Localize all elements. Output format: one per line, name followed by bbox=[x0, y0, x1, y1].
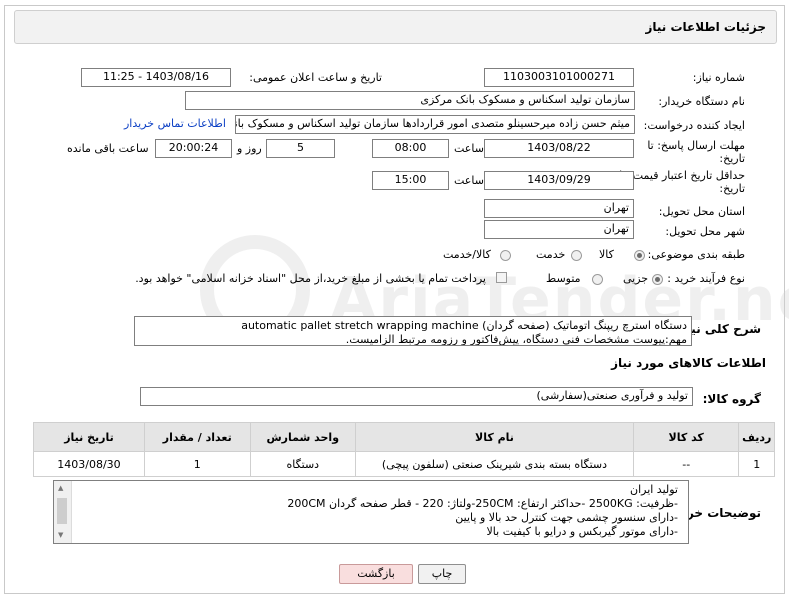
treasury-checkbox[interactable] bbox=[496, 272, 507, 283]
purchase-option-minor: جزیی bbox=[623, 272, 649, 285]
col-unit: واحد شمارش bbox=[249, 422, 357, 452]
category-option-goods: کالا bbox=[599, 248, 614, 261]
cell-quantity: 1 bbox=[143, 451, 251, 477]
category-radio-service[interactable] bbox=[571, 250, 582, 261]
print-button[interactable]: چاپ bbox=[418, 564, 466, 584]
buyer-notes-textarea[interactable]: تولید ایران -ظرفیت: 2500KG -حداکثر ارتفا… bbox=[53, 480, 689, 544]
cell-row-number: 1 bbox=[738, 451, 775, 477]
need-number-label: شماره نیاز: bbox=[692, 71, 745, 84]
table-row: 1 -- دستگاه بسته بندی شیرینک صنعتی (سلفو… bbox=[33, 451, 775, 477]
reply-time-label: ساعت bbox=[454, 142, 484, 155]
goods-table: ردیف کد کالا نام کالا واحد شمارش تعداد /… bbox=[33, 422, 775, 477]
description-line-1: دستگاه استرچ ریپنگ اتوماتیک (صفحه گردان)… bbox=[241, 319, 687, 332]
delivery-city-field: تهران bbox=[484, 220, 634, 239]
category-radio-goods[interactable] bbox=[634, 250, 645, 261]
buyer-notes-line-4: -دارای موتور گیربکس و درایو با کیفیت بال… bbox=[486, 525, 678, 538]
price-validity-label: حداقل تاریخ اعتبار قیمت: تا bbox=[619, 169, 745, 182]
price-validity-time-label: ساعت bbox=[454, 174, 484, 187]
delivery-city-label: شهر محل تحویل: bbox=[665, 225, 745, 238]
remaining-time-label: ساعت باقی مانده bbox=[67, 142, 149, 155]
reply-days-label: روز و bbox=[237, 142, 262, 155]
description-line-2: مهم:پیوست مشخصات فنی دستگاه، پیش‌فاکتور … bbox=[345, 333, 687, 346]
purchase-radio-medium[interactable] bbox=[592, 274, 603, 285]
buyer-org-label: نام دستگاه خریدار: bbox=[658, 95, 745, 108]
reply-days-field: 5 bbox=[266, 139, 335, 158]
announce-field: 1403/08/16 - 11:25 bbox=[81, 68, 231, 87]
cell-need-date: 1403/08/30 bbox=[33, 451, 145, 477]
buyer-notes-line-2: -ظرفیت: 2500KG -حداکثر ارتفاع: 250CM-ولت… bbox=[287, 497, 678, 510]
scroll-down-icon[interactable]: ▼ bbox=[58, 531, 63, 539]
cell-unit: دستگاه bbox=[249, 451, 357, 477]
page-title: جزئیات اطلاعات نیاز bbox=[645, 20, 766, 34]
requester-label: ایجاد کننده درخواست: bbox=[643, 119, 745, 132]
buyer-org-field: سازمان تولید اسکناس و مسکوک بانک مرکزی bbox=[185, 91, 635, 110]
buyer-notes-scrollbar[interactable]: ▲ ▼ bbox=[54, 481, 72, 543]
cell-item-code: -- bbox=[632, 451, 740, 477]
table-header-row: ردیف کد کالا نام کالا واحد شمارش تعداد /… bbox=[33, 422, 775, 452]
delivery-province-field: تهران bbox=[484, 199, 634, 218]
buyer-notes-line-3: -دارای سنسور چشمی جهت کنترل حد بالا و پا… bbox=[455, 511, 678, 524]
reply-time-field: 08:00 bbox=[372, 139, 449, 158]
requester-field: میثم حسن زاده میرحسینلو متصدی امور قرارد… bbox=[235, 115, 635, 134]
goods-section-title: اطلاعات کالاهای مورد نیاز bbox=[611, 356, 766, 370]
col-item-code: کد کالا bbox=[632, 422, 740, 452]
announce-label: تاریخ و ساعت اعلان عمومی: bbox=[249, 71, 382, 84]
purchase-option-medium: متوسط bbox=[546, 272, 581, 285]
price-validity-date-field: 1403/09/29 bbox=[484, 171, 634, 190]
goods-group-label: گروه کالا: bbox=[702, 392, 761, 406]
reply-date-field: 1403/08/22 bbox=[484, 139, 634, 158]
page-header: جزئیات اطلاعات نیاز bbox=[14, 10, 777, 44]
treasury-note: پرداخت تمام یا بخشی از مبلغ خرید،از محل … bbox=[135, 272, 486, 285]
need-number-field: 1103003101000271 bbox=[484, 68, 634, 87]
category-option-goods-service: کالا/خدمت bbox=[443, 248, 491, 261]
col-need-date: تاریخ نیاز bbox=[33, 422, 145, 452]
scrollbar-thumb[interactable] bbox=[57, 498, 67, 524]
col-quantity: تعداد / مقدار bbox=[143, 422, 251, 452]
cell-item-name: دستگاه بسته بندی شیرینک صنعتی (سلفون پیچ… bbox=[355, 451, 634, 477]
purchase-type-label: نوع فرآیند خرید : bbox=[667, 272, 745, 285]
category-radio-goods-service[interactable] bbox=[500, 250, 511, 261]
remaining-time-field: 20:00:24 bbox=[155, 139, 232, 158]
contact-info-link[interactable]: اطلاعات تماس خریدار bbox=[124, 117, 226, 130]
buyer-notes-line-1: تولید ایران bbox=[629, 483, 678, 496]
col-row-number: ردیف bbox=[738, 422, 775, 452]
back-button[interactable]: بازگشت bbox=[339, 564, 413, 584]
delivery-province-label: استان محل تحویل: bbox=[658, 205, 745, 218]
reply-deadline-label: مهلت ارسال پاسخ: تا bbox=[647, 139, 745, 152]
col-item-name: نام کالا bbox=[355, 422, 634, 452]
price-validity-time-field: 15:00 bbox=[372, 171, 449, 190]
category-label: طبقه بندی موضوعی: bbox=[647, 248, 745, 261]
description-textarea[interactable]: دستگاه استرچ ریپنگ اتوماتیک (صفحه گردان)… bbox=[134, 316, 692, 346]
category-option-service: خدمت bbox=[536, 248, 566, 261]
reply-deadline-label-date: تاریخ: bbox=[719, 152, 745, 165]
goods-group-field: تولید و فرآوری صنعتی(سفارشی) bbox=[140, 387, 693, 406]
price-validity-label-date: تاریخ: bbox=[719, 182, 745, 195]
scroll-up-icon[interactable]: ▲ bbox=[58, 484, 63, 492]
purchase-radio-minor[interactable] bbox=[652, 274, 663, 285]
